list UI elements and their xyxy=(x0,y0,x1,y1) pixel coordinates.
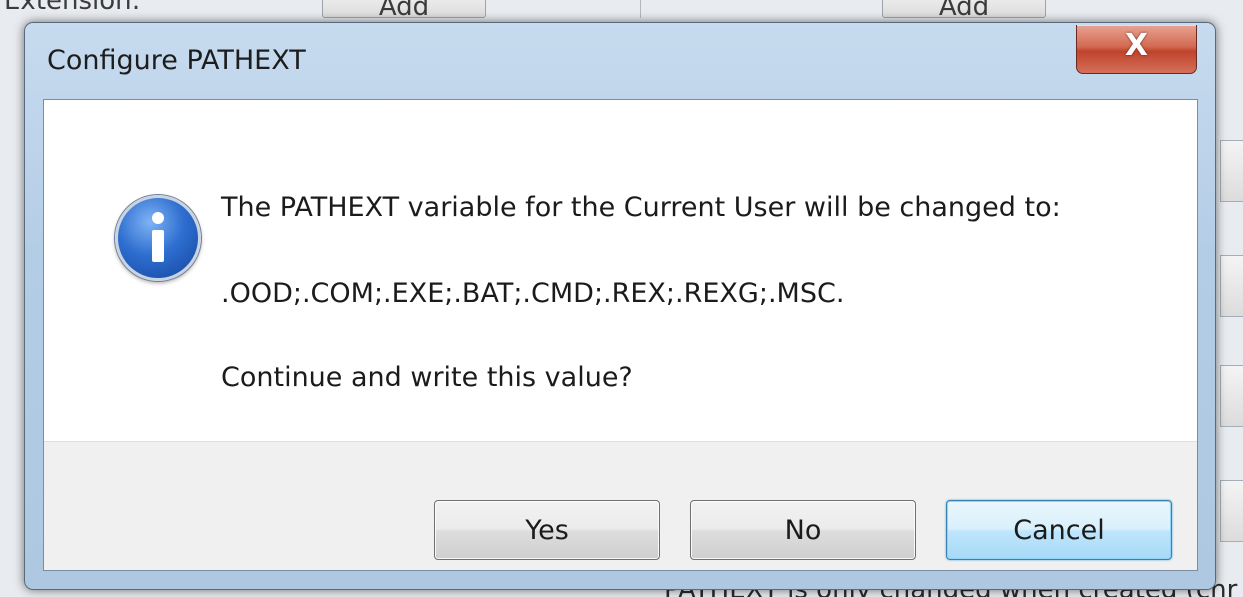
configure-pathext-dialog: Configure PATHEXT X The PATHEXT variable… xyxy=(24,22,1216,590)
information-icon-dot xyxy=(152,212,164,224)
dialog-button-bar: Yes No Cancel xyxy=(44,441,1197,570)
dialog-client-area: The PATHEXT variable for the Current Use… xyxy=(43,99,1198,571)
background-add-button[interactable]: Add xyxy=(322,0,486,22)
message-pathext-value: .OOD;.COM;.EXE;.BAT;.CMD;.REX;.REXG;.MSC… xyxy=(221,278,845,309)
background-divider xyxy=(640,0,641,18)
message-area: The PATHEXT variable for the Current Use… xyxy=(44,100,1197,441)
no-button[interactable]: No xyxy=(690,500,916,560)
background-scroll-up-button[interactable] xyxy=(1220,140,1243,202)
close-button[interactable]: X xyxy=(1076,25,1197,74)
background-scroll-down-button[interactable] xyxy=(1220,255,1243,317)
background-delete-button[interactable] xyxy=(1220,365,1243,427)
message-line-1: The PATHEXT variable for the Current Use… xyxy=(221,192,1061,223)
information-icon-bar xyxy=(152,230,164,262)
close-icon: X xyxy=(1124,28,1149,63)
cancel-button[interactable]: Cancel xyxy=(946,500,1172,560)
information-icon xyxy=(115,195,201,281)
background-add-button-2[interactable]: Add xyxy=(882,0,1046,22)
background-move-button[interactable] xyxy=(1220,480,1243,542)
yes-button[interactable]: Yes xyxy=(434,500,660,560)
background-label: Extension: xyxy=(4,0,141,16)
message-question: Continue and write this value? xyxy=(221,362,633,393)
dialog-titlebar[interactable]: Configure PATHEXT X xyxy=(25,23,1215,101)
dialog-title: Configure PATHEXT xyxy=(47,45,306,76)
